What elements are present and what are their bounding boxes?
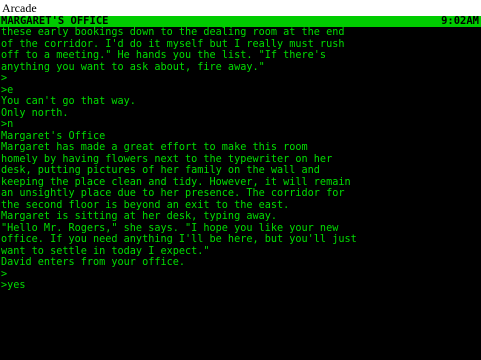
transcript-line: Only north. bbox=[1, 107, 69, 119]
transcript-line: "Hello Mr. Rogers," she says. "I hope yo… bbox=[1, 222, 339, 234]
transcript-line: these early bookings down to the dealing… bbox=[1, 27, 345, 38]
transcript-line: Margaret has made a great effort to make… bbox=[1, 142, 308, 153]
transcript-line: > bbox=[1, 73, 8, 84]
transcript-line: >e bbox=[1, 84, 14, 96]
transcript-line: > bbox=[1, 268, 8, 280]
transcript-line: >n bbox=[1, 119, 14, 130]
transcript-line: off to a meeting." He hands you the list… bbox=[1, 50, 327, 61]
transcript-line: keeping the place clean and tidy. Howeve… bbox=[1, 176, 351, 188]
transcript-line: want to settle in today I expect." bbox=[1, 245, 210, 257]
status-bar: MARGARET'S OFFICE 9:02AM bbox=[0, 16, 481, 27]
transcript-line: David enters from your office. bbox=[1, 257, 186, 268]
transcript-line: the second floor is beyond an exit to th… bbox=[1, 199, 290, 211]
transcript-line: an unsightly place due to her presence. … bbox=[1, 188, 345, 199]
transcript-line: of the corridor. I'd do it myself but I … bbox=[1, 38, 345, 50]
transcript-line: homely by having flowers next to the typ… bbox=[1, 153, 333, 165]
transcript: these early bookings down to the dealing… bbox=[1, 27, 480, 292]
location-name: MARGARET'S OFFICE bbox=[1, 16, 109, 27]
transcript-line: desk, putting pictures of her family on … bbox=[1, 165, 320, 176]
transcript-line: Margaret's Office bbox=[1, 130, 106, 142]
transcript-line: Margaret is sitting at her desk, typing … bbox=[1, 211, 278, 222]
transcript-line: You can't go that way. bbox=[1, 96, 136, 107]
transcript-line: >yes bbox=[1, 280, 26, 291]
transcript-line: office. If you need anything I'll be her… bbox=[1, 234, 357, 245]
window-title: Arcade bbox=[0, 0, 481, 16]
transcript-line: anything you want to ask about, fire awa… bbox=[1, 61, 265, 73]
game-clock: 9:02AM bbox=[441, 16, 479, 27]
game-screen[interactable]: MARGARET'S OFFICE 9:02AM these early boo… bbox=[0, 16, 481, 360]
